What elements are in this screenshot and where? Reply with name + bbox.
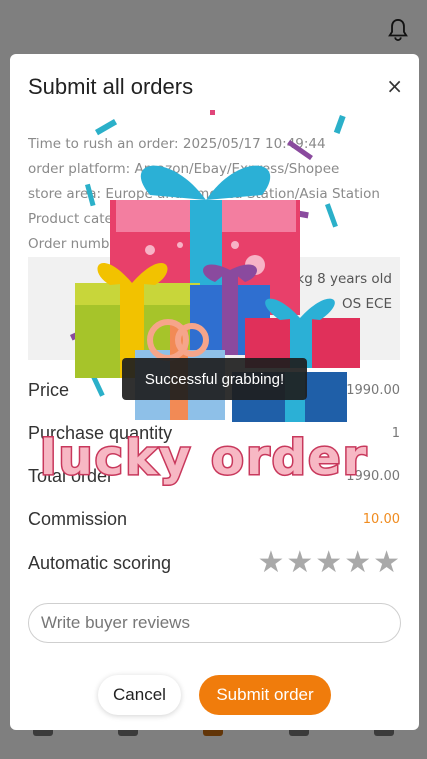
price-row: Price 1990.00 — [28, 375, 400, 405]
order-platform: order platform: Amazon/Ebay/Express/Shop… — [28, 161, 340, 177]
product-desc-line1: 25kg 8 years old — [279, 271, 392, 287]
quantity-value: 1 — [391, 425, 400, 441]
star-icon[interactable]: ★ — [344, 548, 371, 578]
modal-title: Submit all orders — [28, 74, 194, 99]
total-value: 1990.00 — [346, 468, 400, 484]
close-icon[interactable]: × — [386, 76, 403, 96]
star-icon[interactable]: ★ — [286, 548, 313, 578]
total-row: Total order 1990.00 — [28, 461, 400, 491]
scoring-row: Automatic scoring ★ ★ ★ ★ ★ — [28, 548, 400, 578]
submit-orders-modal: Submit all orders × Time to rush an orde… — [10, 54, 419, 730]
quantity-label: Purchase quantity — [28, 422, 173, 443]
order-number: Order number: — [28, 236, 128, 252]
cancel-button[interactable]: Cancel — [98, 675, 181, 715]
commission-label: Commission — [28, 508, 128, 529]
star-icon[interactable]: ★ — [257, 548, 284, 578]
commission-row: Commission 10.00 — [28, 504, 400, 534]
star-icon[interactable]: ★ — [373, 548, 400, 578]
scoring-label: Automatic scoring — [28, 552, 172, 573]
commission-value: 10.00 — [362, 511, 400, 527]
price-label: Price — [28, 379, 70, 400]
product-card: 25kg 8 years old OS ECE — [28, 257, 400, 360]
order-info: Time to rush an order: 2025/05/17 10:49:… — [28, 132, 398, 257]
product-category: Product category: — [28, 211, 147, 227]
price-value: 1990.00 — [346, 382, 400, 398]
order-time: Time to rush an order: 2025/05/17 10:49:… — [28, 136, 326, 152]
submit-order-button[interactable]: Submit order — [199, 675, 331, 715]
product-desc-line2: OS ECE — [342, 296, 392, 312]
star-icon[interactable]: ★ — [315, 548, 342, 578]
store-area: store area: Europe and America Station/A… — [28, 186, 380, 202]
quantity-row: Purchase quantity 1 — [28, 418, 400, 448]
buyer-review-input[interactable] — [28, 603, 401, 643]
total-label: Total order — [28, 465, 114, 486]
rating-stars: ★ ★ ★ ★ ★ — [257, 548, 400, 578]
